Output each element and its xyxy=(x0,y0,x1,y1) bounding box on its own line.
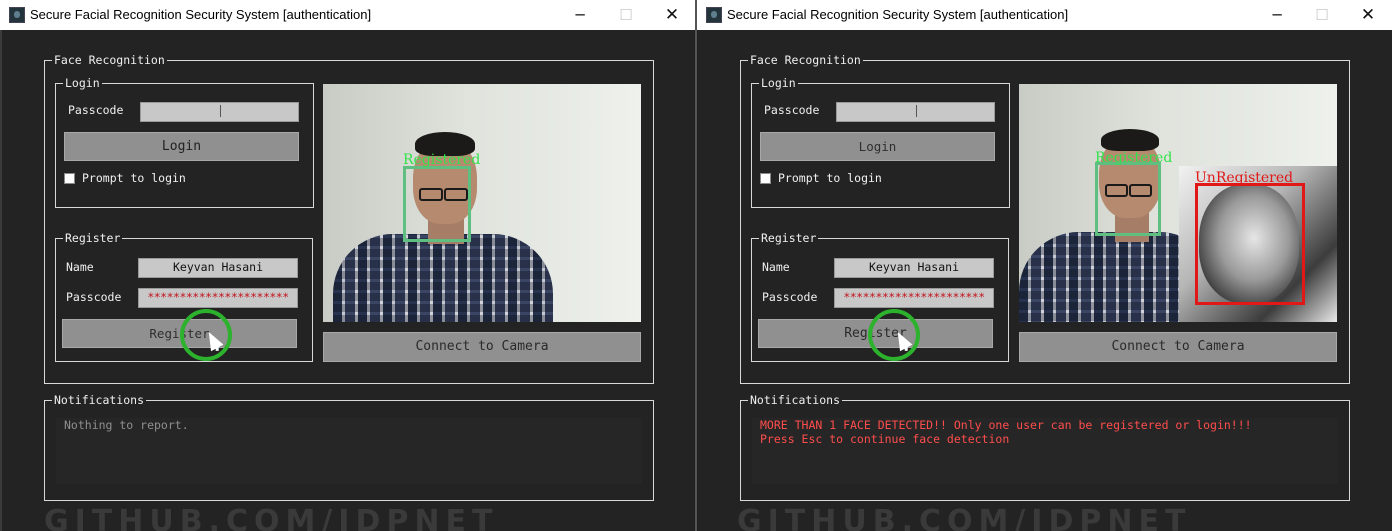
login-passcode-input[interactable] xyxy=(836,102,995,122)
face-detection-label: Registered xyxy=(403,152,481,168)
register-passcode-label: Passcode xyxy=(762,290,818,304)
close-button[interactable]: ✕ xyxy=(1354,4,1382,26)
register-name-input[interactable]: Keyvan Hasani xyxy=(138,258,298,278)
person-shirt xyxy=(333,234,553,322)
register-group-label: Register xyxy=(63,231,123,245)
watermark-text: GITHUB.COM/IDPNET xyxy=(737,504,1192,531)
title-bar[interactable]: Secure Facial Recognition Security Syste… xyxy=(0,0,695,30)
login-passcode-label: Passcode xyxy=(764,103,820,117)
face-detection-box-unregistered xyxy=(1195,183,1305,305)
register-name-label: Name xyxy=(762,260,790,274)
login-passcode-input[interactable] xyxy=(140,102,299,122)
register-passcode-input[interactable]: ********************** xyxy=(834,288,994,308)
prompt-to-login-label: Prompt to login xyxy=(778,171,882,185)
register-name-input[interactable]: Keyvan Hasani xyxy=(834,258,994,278)
face-detection-label-unregistered: UnRegistered xyxy=(1195,170,1294,186)
login-group-label: Login xyxy=(759,76,798,90)
register-passcode-label: Passcode xyxy=(66,290,122,304)
minimize-button[interactable]: ─ xyxy=(566,4,594,26)
camera-feed: Registered UnRegistered xyxy=(1019,84,1337,322)
title-bar[interactable]: Secure Facial Recognition Security Syste… xyxy=(697,0,1392,30)
maximize-button[interactable]: ☐ xyxy=(1308,4,1336,26)
window-title: Secure Facial Recognition Security Syste… xyxy=(727,7,1069,22)
camera-feed: Registered xyxy=(323,84,641,322)
text-cursor xyxy=(916,105,917,117)
close-button[interactable]: ✕ xyxy=(658,4,686,26)
face-recognition-label: Face Recognition xyxy=(748,53,863,67)
connect-camera-button[interactable]: Connect to Camera xyxy=(323,332,641,362)
notifications-label: Notifications xyxy=(52,393,147,407)
app-window-left: Secure Facial Recognition Security Syste… xyxy=(0,0,695,531)
person-hair xyxy=(1101,129,1159,151)
prompt-to-login-checkbox[interactable] xyxy=(760,173,771,184)
prompt-to-login-checkbox[interactable] xyxy=(64,173,75,184)
window-title: Secure Facial Recognition Security Syste… xyxy=(30,7,372,22)
maximize-button[interactable]: ☐ xyxy=(612,4,640,26)
login-button[interactable]: Login xyxy=(760,132,995,161)
login-button[interactable]: Login xyxy=(64,132,299,161)
face-recognition-label: Face Recognition xyxy=(52,53,167,67)
face-detection-box-registered xyxy=(1095,162,1161,236)
notification-text: MORE THAN 1 FACE DETECTED!! Only one use… xyxy=(752,418,1338,484)
register-group-label: Register xyxy=(759,231,819,245)
app-icon xyxy=(9,7,25,23)
window-edge xyxy=(0,30,2,531)
login-passcode-label: Passcode xyxy=(68,103,124,117)
prompt-to-login-label: Prompt to login xyxy=(82,171,186,185)
notification-text: Nothing to report. xyxy=(56,418,642,484)
minimize-button[interactable]: ─ xyxy=(1263,4,1291,26)
app-icon xyxy=(706,7,722,23)
face-detection-label-registered: Registered xyxy=(1095,150,1173,166)
register-passcode-input[interactable]: ********************** xyxy=(138,288,298,308)
face-detection-box xyxy=(403,166,471,242)
watermark-text: GITHUB.COM/IDPNET xyxy=(44,504,499,531)
login-group-label: Login xyxy=(63,76,102,90)
notifications-label: Notifications xyxy=(748,393,843,407)
connect-camera-button[interactable]: Connect to Camera xyxy=(1019,332,1337,362)
app-window-right: Secure Facial Recognition Security Syste… xyxy=(697,0,1392,531)
register-name-label: Name xyxy=(66,260,94,274)
text-cursor xyxy=(220,105,221,117)
